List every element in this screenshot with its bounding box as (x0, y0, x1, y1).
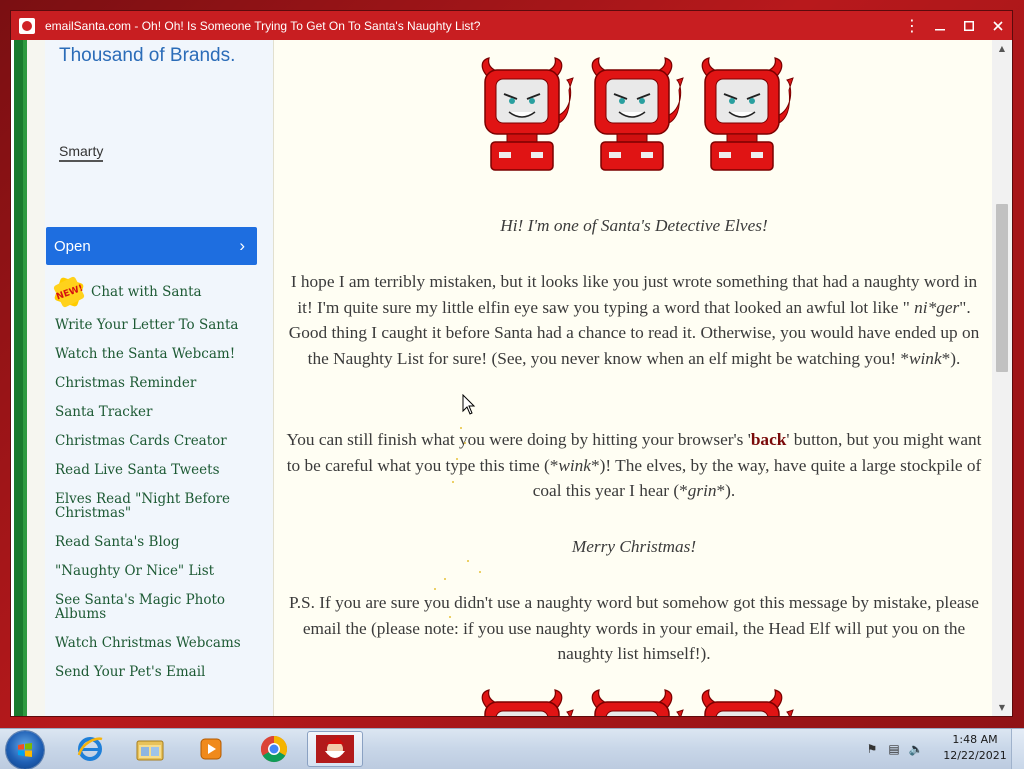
sidebar-item-santa-webcam[interactable]: Watch the Santa Webcam! (55, 347, 245, 361)
maximize-button[interactable] (954, 11, 983, 40)
sidebar-item-label: Chat with Santa (91, 284, 202, 300)
show-desktop-button[interactable] (1011, 729, 1024, 769)
new-badge-icon: NEW! (52, 275, 87, 309)
maximize-icon (963, 20, 974, 31)
menu-kebab-icon[interactable]: ⋮ (899, 11, 925, 40)
network-icon[interactable]: ▤ (886, 741, 902, 757)
system-tray: ⚑ ▤ 🔈 (864, 729, 924, 769)
devil-row-top (469, 56, 795, 174)
scroll-down-arrow-icon[interactable]: ▼ (992, 699, 1012, 716)
browser-window: emailSanta.com - Oh! Oh! Is Someone Tryi… (11, 11, 1012, 716)
sidebar-item-chat-with-santa[interactable]: NEW! Chat with Santa (52, 275, 245, 309)
close-button[interactable] (983, 11, 1012, 40)
sparkle (467, 560, 469, 562)
vertical-scrollbar[interactable]: ▲ ▼ (992, 40, 1012, 716)
taskbar-windows-explorer[interactable] (122, 731, 178, 767)
flagged-word: ni*ger (909, 297, 960, 317)
sparkle (449, 616, 451, 618)
clock-date: 12/22/2021 (943, 749, 1007, 762)
close-icon (992, 20, 1003, 31)
sparkle (464, 442, 466, 444)
open-button[interactable]: Open › (46, 227, 257, 265)
sparkle (444, 578, 446, 580)
minimize-button[interactable] (925, 11, 954, 40)
sidebar-item-naughty-nice-list[interactable]: "Naughty Or Nice" List (55, 564, 245, 578)
chrome-icon (260, 735, 288, 763)
scroll-up-arrow-icon[interactable]: ▲ (992, 40, 1012, 57)
minimize-icon (934, 28, 945, 30)
sparkle (479, 571, 481, 573)
chevron-right-icon: › (239, 236, 245, 255)
open-button-label: Open (54, 237, 91, 255)
volume-icon[interactable]: 🔈 (908, 741, 924, 757)
warning-paragraph: I hope I am terribly mistaken, but it lo… (288, 272, 980, 369)
sidebar-item-santa-tweets[interactable]: Read Live Santa Tweets (55, 463, 245, 477)
smarty-link[interactable]: Smarty (59, 143, 104, 162)
sidebar-item-write-letter[interactable]: Write Your Letter To Santa (55, 318, 245, 332)
main-content: Hi! I'm one of Santa's Detective Elves! … (274, 40, 992, 716)
window-title: emailSanta.com - Oh! Oh! Is Someone Tryi… (45, 18, 481, 33)
sparkle (452, 481, 454, 483)
title-bar[interactable]: emailSanta.com - Oh! Oh! Is Someone Tryi… (11, 11, 1012, 40)
action-center-flag-icon[interactable]: ⚑ (864, 741, 880, 757)
greeting-text: Hi! I'm one of Santa's Detective Elves! (500, 216, 768, 235)
sidebar-item-santa-tracker[interactable]: Santa Tracker (55, 405, 245, 419)
sparkle (456, 458, 458, 460)
ad-brand-text[interactable]: Thousand of Brands. (59, 45, 235, 67)
internet-explorer-icon (77, 737, 103, 761)
devil-computer-icon (481, 57, 574, 171)
page-content: Thousand of Brands. Smarty Open › NEW! C… (11, 40, 1012, 716)
devil-computer-icon (701, 57, 794, 171)
devil-row-bottom (469, 688, 795, 716)
taskbar: ⚑ ▤ 🔈 1:48 AM 12/22/2021 (0, 728, 1024, 769)
start-button[interactable] (6, 731, 44, 769)
taskbar-google-chrome[interactable] (246, 731, 302, 767)
sparkle (460, 427, 462, 429)
devil-computer-icon (701, 689, 794, 716)
back-instructions-paragraph: You can still finish what you were doing… (286, 430, 982, 501)
sidebar-item-christmas-webcams[interactable]: Watch Christmas Webcams (55, 636, 245, 650)
sidebar-item-pet-email[interactable]: Send Your Pet's Email (55, 665, 245, 679)
sidebar-nav: NEW! Chat with Santa Write Your Letter T… (52, 275, 245, 694)
scroll-thumb[interactable] (996, 204, 1008, 372)
devil-computer-icon (591, 57, 684, 171)
mouse-pointer-icon (462, 394, 476, 415)
taskbar-media-player[interactable] (183, 731, 239, 767)
back-word: back (750, 430, 787, 449)
site-favicon-icon (19, 17, 35, 34)
taskbar-emailsanta-window[interactable] (307, 731, 363, 767)
devil-computer-icon (591, 689, 684, 716)
media-player-icon (200, 738, 222, 760)
sparkle (434, 588, 436, 590)
sidebar-item-christmas-reminder[interactable]: Christmas Reminder (55, 376, 245, 390)
ps-paragraph: P.S. If you are sure you didn't use a na… (289, 593, 979, 664)
devil-computer-icon (481, 689, 574, 716)
windows-logo-icon (18, 743, 32, 757)
clock[interactable]: 1:48 AM 12/22/2021 (940, 732, 1010, 764)
sidebar-item-night-before-christmas[interactable]: Elves Read "Night Before Christmas" (55, 492, 245, 520)
taskbar-internet-explorer[interactable] (62, 731, 118, 767)
clock-time: 1:48 AM (952, 733, 998, 746)
sidebar-item-cards-creator[interactable]: Christmas Cards Creator (55, 434, 245, 448)
sidebar-item-photo-albums[interactable]: See Santa's Magic Photo Albums (55, 593, 245, 621)
merry-christmas-text: Merry Christmas! (571, 537, 697, 556)
santa-thumbnail-icon (316, 735, 354, 763)
folder-icon (136, 740, 164, 761)
decorative-stripe (11, 40, 45, 716)
sidebar-item-santas-blog[interactable]: Read Santa's Blog (55, 535, 245, 549)
sidebar: Thousand of Brands. Smarty Open › NEW! C… (45, 40, 273, 716)
